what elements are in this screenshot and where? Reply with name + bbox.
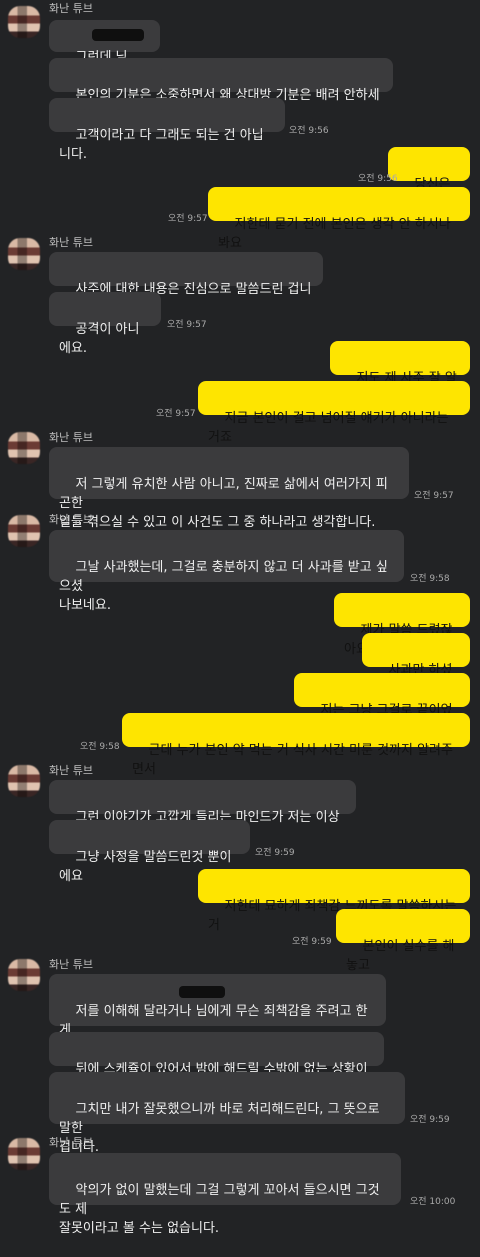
message-bubble[interactable]: 고객이라고 다 그래도 되는 건 아닙니다. [49, 98, 285, 162]
sender-name: 화난 튜브 [49, 1136, 93, 1149]
sender-name: 화난 튜브 [49, 958, 93, 971]
sender-name: 화난 튜브 [49, 764, 93, 777]
timestamp: 오전 10:00 [410, 1197, 456, 1207]
timestamp: 오전 9:57 [167, 320, 207, 330]
message-text: 저 그렇게 유치한 사람 아니고, 진짜로 삶에서 여러가지 피곤한 일들 겪으… [59, 477, 388, 530]
message-bubble[interactable]: 그치만 내가 잘못했으니까 바로 처리해드린다, 그 뜻으로 말한 겁니다. [49, 1072, 405, 1155]
message-text: 지금 본인이 걸고 넘어질 얘기가 아니라는 거죠 [208, 411, 453, 445]
avatar[interactable] [8, 1138, 40, 1170]
timestamp: 오전 9:58 [410, 574, 450, 584]
timestamp: 오전 9:59 [410, 1115, 450, 1125]
avatar[interactable] [8, 238, 40, 270]
timestamp: 오전 9:56 [289, 126, 329, 136]
message-bubble[interactable]: 저한테 묘하게 죄책감 느끼도록 말씀하시는 거 [198, 869, 470, 933]
sender-name: 화난 튜브 [49, 2, 93, 15]
timestamp: 오전 9:57 [414, 491, 454, 501]
message-bubble[interactable]: 제가 말씀 드렸잖아요 [334, 593, 470, 657]
message-text: 본인이 실수를 해놓고 [346, 939, 455, 973]
message-text: 악의가 없이 말했는데 그걸 그렇게 꼬아서 들으시면 그것도 제 잘못이라고 … [59, 1183, 380, 1236]
timestamp: 오전 9:57 [168, 214, 208, 224]
chat-window: 화난 튜브 그런데 님 본인의 기분은 소중하면서 왜 상대방 기분은 배려 안… [0, 0, 480, 1236]
redacted-mask [92, 29, 144, 41]
message-bubble[interactable]: 본인이 실수를 해놓고 [336, 909, 470, 973]
message-bubble[interactable]: 저는 그냥 그걸로 끝이었다고 [294, 673, 470, 737]
avatar[interactable] [8, 959, 40, 991]
avatar[interactable] [8, 765, 40, 797]
timestamp: 오전 9:59 [292, 937, 332, 947]
message-text: 공격이 아니에요. [59, 322, 140, 356]
message-bubble[interactable]: 뒤에 스케쥴이 있어서 밤에 해드릴 수밖에 없는 상황이었고 [49, 1032, 384, 1096]
message-bubble[interactable]: 근데 누가 본인 약 먹는 거 식사 시간 미룬 것까지 알려주면서 [122, 713, 470, 777]
message-bubble[interactable]: 그날 사과했는데, 그걸로 충분하지 않고 더 사과를 받고 싶으셨 나보네요. [49, 530, 404, 613]
message-bubble[interactable]: 사과만 하셨으면 [362, 633, 470, 697]
message-text: 근데 누가 본인 약 먹는 거 식사 시간 미룬 것까지 알려주면서 [132, 743, 453, 777]
timestamp: 오전 9:57 [156, 409, 196, 419]
message-bubble[interactable]: 저한테 묻기 전에 본인은 생각 안 하시나봐요 [208, 187, 470, 251]
message-text: 그치만 내가 잘못했으니까 바로 처리해드린다, 그 뜻으로 말한 겁니다. [59, 1102, 380, 1155]
message-text: 저한테 묻기 전에 본인은 생각 안 하시나봐요 [218, 217, 451, 251]
message-bubble[interactable]: 그런 이야기가 고깝게 들리는 마인드가 저는 이상해요 [49, 780, 356, 844]
message-bubble[interactable]: 그냥 사정을 말씀드린것 뿐이에요 [49, 820, 250, 884]
message-bubble[interactable]: 지금 본인이 걸고 넘어질 얘기가 아니라는 거죠 [198, 381, 470, 445]
timestamp: 오전 9:56 [358, 174, 398, 184]
timestamp: 오전 9:59 [255, 848, 295, 858]
message-bubble[interactable]: 저 그렇게 유치한 사람 아니고, 진짜로 삶에서 여러가지 피곤한 일들 겪으… [49, 447, 409, 530]
redacted-mask [179, 986, 225, 998]
message-bubble[interactable]: 사주에 대한 내용은 진심으로 말씀드린 겁니다. [49, 252, 323, 316]
message-bubble[interactable]: 악의가 없이 말했는데 그걸 그렇게 꼬아서 들으시면 그것도 제 잘못이라고 … [49, 1153, 401, 1236]
message-bubble[interactable]: 저를 이해해 달라거나 님에게 무슨 죄책감을 주려고 한게 아니라 [49, 974, 386, 1057]
sender-name: 화난 튜브 [49, 236, 93, 249]
message-text: 고객이라고 다 그래도 되는 건 아닙니다. [59, 128, 264, 162]
message-bubble[interactable]: 본인의 기분은 소중하면서 왜 상대방 기분은 배려 안하세요? [49, 58, 393, 122]
message-bubble[interactable]: 저도 제 사주 잘 알아요 [330, 341, 470, 405]
timestamp: 오전 9:58 [80, 742, 120, 752]
sender-name: 화난 튜브 [49, 431, 93, 444]
avatar[interactable] [8, 6, 40, 38]
message-bubble[interactable]: 공격이 아니에요. [49, 292, 161, 356]
message-bubble[interactable]: 당신은요? [388, 147, 470, 211]
avatar[interactable] [8, 515, 40, 547]
sender-name: 화난 튜브 [49, 513, 93, 526]
avatar[interactable] [8, 432, 40, 464]
